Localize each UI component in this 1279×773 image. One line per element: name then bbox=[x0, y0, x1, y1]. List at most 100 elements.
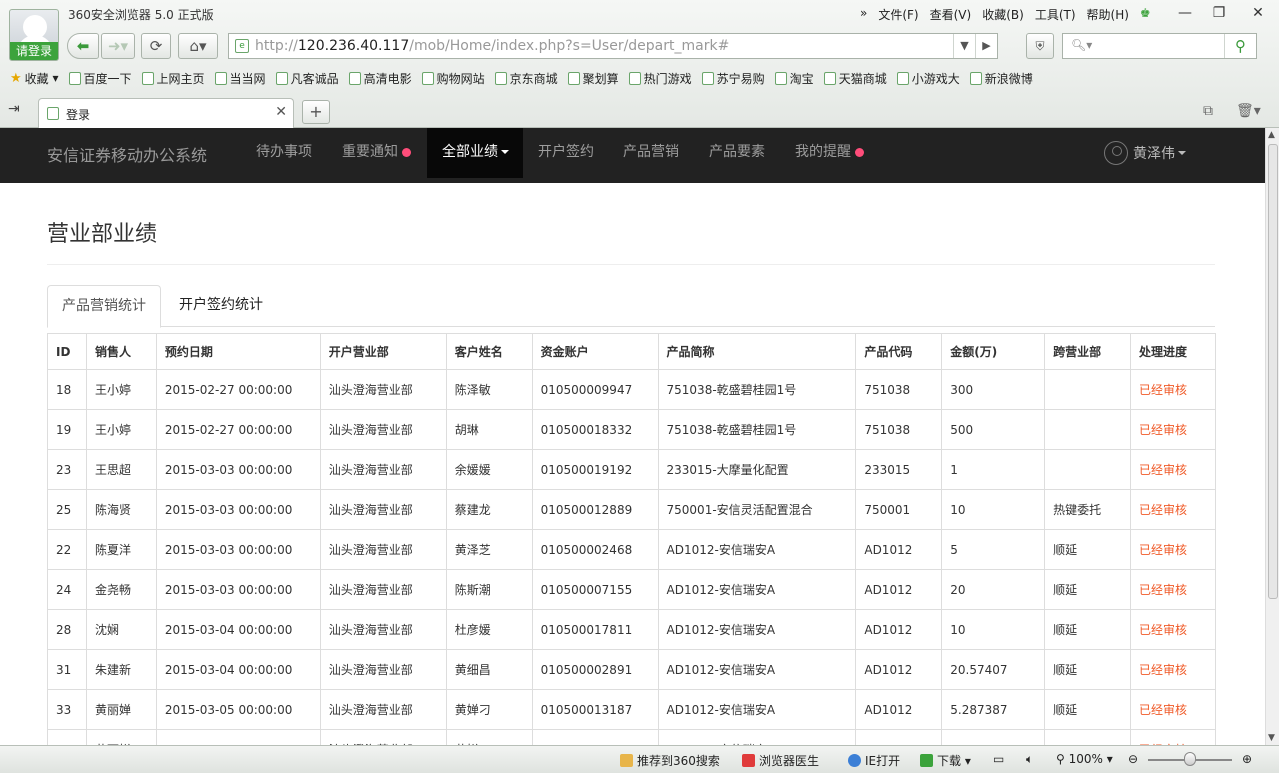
brand-title[interactable]: 安信证券移动办公系统 bbox=[47, 142, 207, 166]
cell-status[interactable]: 已经审核 bbox=[1130, 729, 1216, 745]
bookmark-item[interactable]: 当当网 bbox=[214, 70, 266, 87]
zoom-in-icon[interactable]: ⊕ bbox=[1242, 752, 1252, 766]
security-shield-icon[interactable]: ⛨ bbox=[1026, 33, 1054, 59]
browser-doctor[interactable]: 浏览器医生 bbox=[742, 752, 819, 769]
scrollbar-thumb[interactable] bbox=[1268, 144, 1278, 599]
bookmark-item[interactable]: 苏宁易购 bbox=[701, 70, 765, 87]
minimize-button[interactable]: — bbox=[1170, 3, 1200, 23]
cell-status[interactable]: 已经审核 bbox=[1130, 489, 1216, 530]
cell-status[interactable]: 已经审核 bbox=[1130, 369, 1216, 410]
close-tab-icon[interactable]: ✕ bbox=[275, 104, 287, 120]
tab-product-marketing-stats[interactable]: 产品营销统计 bbox=[47, 285, 161, 328]
refresh-button[interactable]: ⟳ bbox=[141, 33, 171, 59]
cell-status[interactable]: 已经审核 bbox=[1130, 449, 1216, 490]
user-menu[interactable]: 黄泽伟 bbox=[1104, 141, 1186, 165]
vertical-scrollbar[interactable]: ▲ ▼ bbox=[1265, 128, 1279, 745]
column-header[interactable]: 产品代码 bbox=[855, 333, 943, 370]
nav-all-performance[interactable]: 全部业绩 bbox=[427, 128, 523, 178]
menu-favorites[interactable]: 收藏(B) bbox=[982, 6, 1024, 23]
login-button[interactable]: 请登录 bbox=[10, 42, 58, 60]
new-tab-button[interactable]: + bbox=[302, 100, 330, 124]
ie-open[interactable]: IE打开 bbox=[848, 752, 900, 769]
column-header[interactable]: ID bbox=[47, 333, 87, 370]
scroll-down-icon[interactable]: ▼ bbox=[1268, 733, 1275, 743]
bookmark-item[interactable]: 新浪微博 bbox=[969, 70, 1033, 87]
nav-account-opening[interactable]: 开户签约 bbox=[538, 128, 594, 178]
bookmark-item[interactable]: 购物网站 bbox=[421, 70, 485, 87]
cell-status[interactable]: 已经审核 bbox=[1130, 609, 1216, 650]
browser-tab-login[interactable]: 登录 ✕ bbox=[38, 98, 294, 128]
zoom-out-icon[interactable]: ⊖ bbox=[1128, 752, 1138, 766]
go-arrow-icon[interactable]: ▶ bbox=[975, 34, 997, 58]
trash-icon[interactable]: 🗑︎▾ bbox=[1236, 103, 1261, 119]
close-window-button[interactable]: ✕ bbox=[1243, 3, 1273, 23]
address-text[interactable]: http://120.236.40.117/mob/Home/index.php… bbox=[255, 38, 729, 54]
column-header[interactable]: 资金账户 bbox=[531, 333, 659, 370]
forward-button[interactable]: ➜▾ bbox=[101, 33, 135, 59]
bookmark-item[interactable]: 小游戏大 bbox=[896, 70, 960, 87]
table-row[interactable]: 22 陈夏洋 2015-03-03 00:00:00 汕头澄海营业部 黄泽芝 010500… bbox=[47, 529, 1216, 570]
volume-icon[interactable]: 🔈︎ bbox=[1026, 752, 1033, 767]
zoom-slider-knob[interactable] bbox=[1184, 752, 1196, 766]
cell-status[interactable]: 已经审核 bbox=[1130, 529, 1216, 570]
column-header[interactable]: 销售人 bbox=[85, 333, 157, 370]
table-row[interactable]: 28 沈娴 2015-03-04 00:00:00 汕头澄海营业部 杜彦媛 0105000… bbox=[47, 609, 1216, 650]
table-row[interactable]: 33 黄丽婵 2015-03-05 00:00:00 汕头澄海营业部 黄婵刁 010500… bbox=[47, 689, 1216, 730]
search-engine-icon[interactable]: 🔍︎▾ bbox=[1071, 38, 1092, 52]
sidebar-toggle-icon[interactable]: ⇥ bbox=[8, 101, 20, 117]
nav-my-reminders[interactable]: 我的提醒 bbox=[795, 128, 864, 178]
table-row[interactable]: 25 陈海贤 2015-03-03 00:00:00 汕头澄海营业部 蔡建龙 010500… bbox=[47, 489, 1216, 530]
favorites-menu[interactable]: ★ 收藏 ▾ bbox=[10, 70, 59, 87]
bookmark-item[interactable]: 百度一下 bbox=[68, 70, 132, 87]
screen-icon[interactable]: ▭ bbox=[993, 752, 1004, 766]
table-row[interactable]: 19 王小婷 2015-02-27 00:00:00 汕头澄海营业部 胡琳 0105000… bbox=[47, 409, 1216, 450]
back-button[interactable]: ⬅ bbox=[67, 33, 99, 59]
cell-status[interactable]: 已经审核 bbox=[1130, 569, 1216, 610]
table-row[interactable]: 31 朱建新 2015-03-04 00:00:00 汕头澄海营业部 黄细昌 010500… bbox=[47, 649, 1216, 690]
bookmark-item[interactable]: 上网主页 bbox=[141, 70, 205, 87]
nav-product-marketing[interactable]: 产品营销 bbox=[623, 128, 679, 178]
menu-tools[interactable]: 工具(T) bbox=[1035, 6, 1076, 23]
address-bar[interactable]: e http://120.236.40.117/mob/Home/index.p… bbox=[228, 33, 998, 59]
menu-help[interactable]: 帮助(H) bbox=[1087, 6, 1129, 23]
cell-status[interactable]: 已经审核 bbox=[1130, 409, 1216, 450]
table-row[interactable]: 32黄丽婵2015-03-05 00:00:00汕头澄海营业部黄婵刁010500… bbox=[47, 729, 1216, 745]
column-header[interactable]: 预约日期 bbox=[155, 333, 321, 370]
download-manager[interactable]: 下载 ▾ bbox=[920, 752, 971, 769]
column-header[interactable]: 客户姓名 bbox=[445, 333, 533, 370]
column-header[interactable]: 产品简称 bbox=[657, 333, 857, 370]
bookmark-item[interactable]: 凡客诚品 bbox=[275, 70, 339, 87]
bookmark-item[interactable]: 热门游戏 bbox=[628, 70, 692, 87]
table-row[interactable]: 18 王小婷 2015-02-27 00:00:00 汕头澄海营业部 陈泽敏 010500… bbox=[47, 369, 1216, 410]
menu-expand-icon[interactable]: » bbox=[860, 6, 867, 23]
recommend-360-search[interactable]: 推荐到360搜索 bbox=[620, 752, 720, 769]
table-row[interactable]: 24 金尧畅 2015-03-03 00:00:00 汕头澄海营业部 陈斯潮 010500… bbox=[47, 569, 1216, 610]
restore-button[interactable]: ❐ bbox=[1204, 3, 1234, 23]
cell-status[interactable]: 已经审核 bbox=[1130, 649, 1216, 690]
table-row[interactable]: 23 王思超 2015-03-03 00:00:00 汕头澄海营业部 余媛媛 010500… bbox=[47, 449, 1216, 490]
column-header[interactable]: 开户营业部 bbox=[319, 333, 447, 370]
home-button[interactable]: ⌂▾ bbox=[178, 33, 218, 59]
nav-notices[interactable]: 重要通知 bbox=[342, 128, 411, 178]
column-header[interactable]: 跨营业部 bbox=[1044, 333, 1132, 370]
cell-status[interactable]: 已经审核 bbox=[1130, 689, 1216, 730]
tab-account-opening-stats[interactable]: 开户签约统计 bbox=[165, 285, 277, 327]
account-avatar[interactable]: 请登录 bbox=[9, 9, 59, 61]
skin-shirt-icon[interactable]: ♚ bbox=[1140, 6, 1151, 23]
bookmark-item[interactable]: 聚划算 bbox=[567, 70, 619, 87]
search-box[interactable]: 🔍︎▾ ⚲ bbox=[1062, 33, 1257, 59]
column-header[interactable]: 金额(万) bbox=[941, 333, 1046, 370]
bookmark-item[interactable]: 高清电影 bbox=[348, 70, 412, 87]
nav-todo[interactable]: 待办事项 bbox=[256, 128, 312, 178]
menu-file[interactable]: 文件(F) bbox=[878, 6, 918, 23]
search-button[interactable]: ⚲ bbox=[1224, 34, 1256, 58]
bookmark-item[interactable]: 京东商城 bbox=[494, 70, 558, 87]
tab-list-icon[interactable]: ⧉ bbox=[1203, 103, 1213, 119]
menu-view[interactable]: 查看(V) bbox=[930, 6, 972, 23]
zoom-menu[interactable]: ⚲ 100% ▾ bbox=[1056, 752, 1113, 766]
bookmark-item[interactable]: 淘宝 bbox=[774, 70, 814, 87]
scroll-up-icon[interactable]: ▲ bbox=[1268, 130, 1275, 140]
column-header[interactable]: 处理进度 bbox=[1130, 333, 1216, 370]
nav-product-elements[interactable]: 产品要素 bbox=[709, 128, 765, 178]
bookmark-item[interactable]: 天猫商城 bbox=[823, 70, 887, 87]
